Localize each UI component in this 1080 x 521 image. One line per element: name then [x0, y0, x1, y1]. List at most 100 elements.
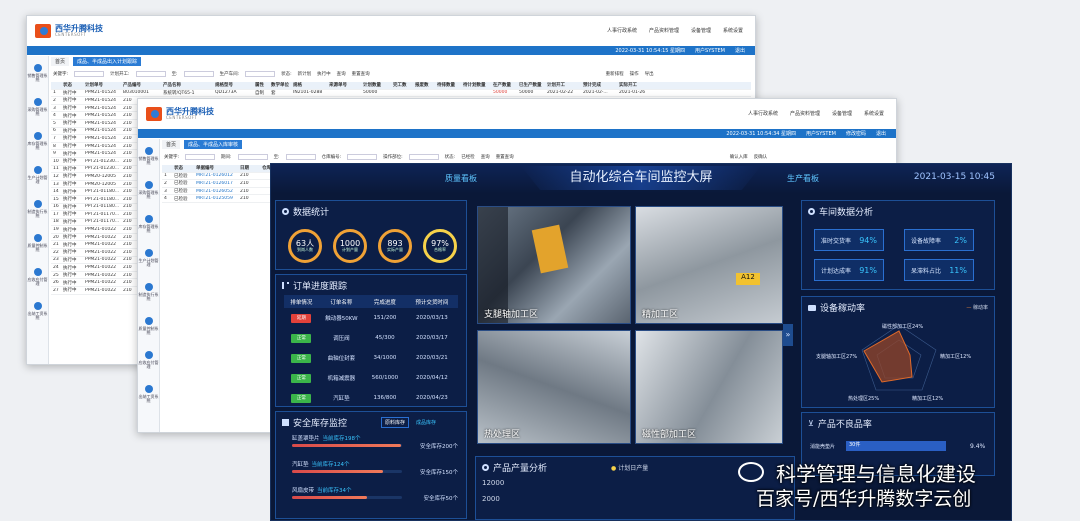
running-filter[interactable]: 执行中 [317, 71, 331, 77]
status-select[interactable]: 新计划 [298, 71, 312, 77]
ops-button[interactable]: 操作 [630, 71, 639, 77]
column-header[interactable]: 单据编号 [194, 165, 238, 171]
camera-feed-4[interactable]: 磁性部加工区 [635, 330, 783, 444]
order-row[interactable]: 正常 汽缸垫 136/800 2020/04/23 [284, 388, 458, 408]
tab-production[interactable]: 生产看板 [787, 173, 819, 184]
logo-icon [35, 24, 51, 38]
sidebar-item[interactable]: 销售管理系统 [138, 139, 159, 173]
export-button[interactable]: 导出 [645, 71, 654, 77]
column-header[interactable]: 日期 [238, 165, 260, 171]
nav-hr[interactable]: 人事行政系统 [607, 27, 637, 34]
date-start-input[interactable] [237, 154, 268, 160]
workshop-input[interactable] [245, 71, 276, 77]
sidebar-item[interactable]: 应收应付管理 [27, 260, 48, 294]
order-row[interactable]: 延期 触动器50KW 151/200 2020/03/13 [284, 308, 458, 328]
tab-home[interactable]: 首页 [162, 140, 181, 149]
sidebar-item[interactable]: 采购管理系统 [27, 90, 48, 124]
column-header[interactable]: 待排数量 [435, 82, 461, 88]
legend-dot-icon: ● [611, 465, 617, 472]
sidebar-item[interactable]: 出纳工资系统 [27, 294, 48, 328]
column-header[interactable]: 规格 [291, 82, 327, 88]
bar-password[interactable]: 修改密码 [846, 130, 866, 137]
nav-settings[interactable]: 系统设置 [723, 27, 743, 34]
plan-end-input[interactable] [183, 71, 214, 77]
table-cell: 已检验 [174, 189, 188, 195]
bar-exit[interactable]: 退出 [735, 47, 745, 54]
tab-quality[interactable]: 质量看板 [445, 173, 477, 184]
sidebar-item[interactable]: 制造执行系统 [138, 275, 159, 309]
nav-product[interactable]: 产品资料管理 [790, 110, 820, 117]
nav-hr[interactable]: 人事行政系统 [748, 110, 778, 117]
plan-start-input[interactable] [135, 71, 166, 77]
column-header[interactable]: 计划数量 [361, 82, 391, 88]
nav-equipment[interactable]: 设备管理 [691, 27, 711, 34]
order-row[interactable]: 正常 调压阀 45/300 2020/03/17 [284, 328, 458, 348]
column-header[interactable]: 规格型号 [213, 82, 253, 88]
sidebar-item[interactable]: 库存管理系统 [138, 207, 159, 241]
bar-user[interactable]: 用户SYSTEM [806, 130, 836, 137]
order-row[interactable]: 正常 机箱减震器 560/1000 2020/04/12 [284, 368, 458, 388]
radar-label: 支腿轴加工区27% [816, 354, 858, 360]
table-cell: 2021-02-22 [547, 90, 574, 96]
warehouse-input[interactable] [347, 154, 378, 160]
table-cell: 执行中 [63, 136, 77, 142]
table-row[interactable]: 1 执行中 PPM21-01524 B03010001 系统转/QT65-1 QD1273… [51, 90, 751, 98]
orders-table: 排单情况 订单名称 完成进度 预计交货时间 延期 触动器50KW 151/200 2020/0… [284, 295, 458, 408]
reset-button[interactable]: 重置查询 [496, 154, 514, 160]
column-header[interactable]: 状态 [172, 165, 194, 171]
column-header[interactable]: 实际开工 [617, 82, 653, 88]
confirm-button[interactable]: 确认入库 [730, 154, 748, 160]
column-header[interactable]: 报废数 [413, 82, 435, 88]
order-row[interactable]: 正常 曲轴位封套 34/1000 2020/03/21 [284, 348, 458, 368]
column-header[interactable]: 产品编号 [121, 82, 161, 88]
sidebar-item[interactable]: 库存管理系统 [27, 124, 48, 158]
query-button[interactable]: 查询 [337, 71, 346, 77]
column-header[interactable]: 数学单位 [269, 82, 291, 88]
column-header[interactable]: 状态 [61, 82, 83, 88]
tab-finished-stock[interactable]: 成品库存 [413, 418, 439, 427]
sidebar-item[interactable]: 出纳工资系统 [138, 377, 159, 411]
column-header[interactable]: 属性 [253, 82, 269, 88]
column-header[interactable]: 计划单号 [83, 82, 121, 88]
nav-product[interactable]: 产品资料管理 [649, 27, 679, 34]
query-button[interactable]: 查询 [481, 154, 490, 160]
tab-warehouse-audit[interactable]: 成品、半成品入库审核 [184, 140, 243, 149]
bar-user[interactable]: 用户SYSTEM [695, 47, 725, 54]
ops-dept-input[interactable] [408, 154, 439, 160]
column-header[interactable]: 来源单号 [327, 82, 361, 88]
tab-home[interactable]: 首页 [51, 57, 70, 66]
keyword-input[interactable] [74, 71, 105, 77]
column-header[interactable]: 待计划数量 [461, 82, 491, 88]
status-select[interactable]: 已经检 [461, 154, 475, 160]
camera-feed-3[interactable]: 热处理区 [477, 330, 631, 444]
sidebar-item[interactable]: 制造执行系统 [27, 192, 48, 226]
column-header[interactable]: 已生产数量 [517, 82, 545, 88]
nav-settings[interactable]: 系统设置 [864, 110, 884, 117]
keyword-input[interactable] [185, 154, 216, 160]
sidebar-item[interactable]: 销售管理系统 [27, 56, 48, 90]
sidebar-item[interactable]: 生产计划管理 [138, 241, 159, 275]
column-header[interactable]: 在产数量 [491, 82, 517, 88]
sidebar-item[interactable]: 质量控制系统 [138, 309, 159, 343]
column-header[interactable]: 计划开工 [545, 82, 581, 88]
reschedule-button[interactable]: 重新排程 [606, 71, 624, 77]
sidebar-item[interactable]: 生产计划管理 [27, 158, 48, 192]
sidebar-item[interactable]: 采购管理系统 [138, 173, 159, 207]
tab-raw-stock[interactable]: 原料库存 [381, 417, 410, 428]
expand-arrow-icon[interactable]: » [783, 324, 793, 346]
table-cell: 系统转/QT65-1 [163, 90, 195, 96]
reset-button[interactable]: 重置查询 [352, 71, 370, 77]
sidebar-item[interactable]: 质量控制系统 [27, 226, 48, 260]
column-header[interactable]: 产品名称 [161, 82, 213, 88]
date-end-input[interactable] [285, 154, 316, 160]
tab-plan-tracking[interactable]: 成品、半成品出入计划跟踪 [73, 57, 142, 66]
column-header[interactable]: 预计完成 [581, 82, 617, 88]
column-header[interactable]: 完工数 [391, 82, 413, 88]
unconfirm-button[interactable]: 反确认 [754, 154, 768, 160]
bar-exit[interactable]: 退出 [876, 130, 886, 137]
camera-feed-1[interactable]: 支腿轴加工区 [477, 206, 631, 324]
camera-feed-2[interactable]: A12 精加工区 [635, 206, 783, 324]
nav-equipment[interactable]: 设备管理 [832, 110, 852, 117]
sidebar-item[interactable]: 应收应付管理 [138, 343, 159, 377]
stock-bar-track [292, 470, 402, 473]
